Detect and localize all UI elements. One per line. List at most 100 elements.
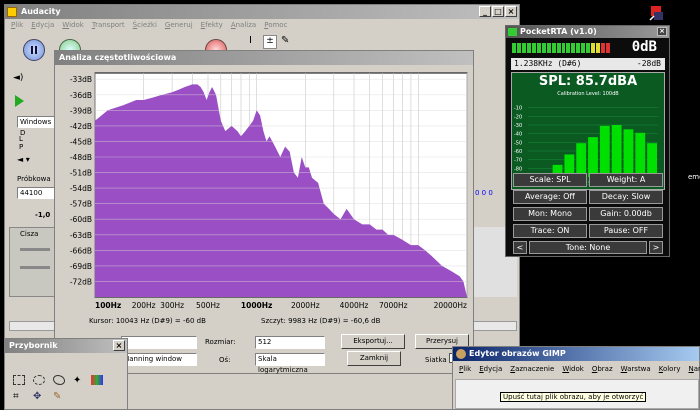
color-select-icon[interactable] [91, 375, 103, 385]
sample-rate-label: Próbkowa [17, 175, 51, 183]
aud-menu-item[interactable]: Widok [62, 19, 84, 31]
level-segment [591, 43, 596, 53]
envelope-tool-icon[interactable]: ± [263, 35, 277, 49]
gimp-menu-item[interactable]: Plik [459, 363, 471, 373]
lasso-icon[interactable] [53, 375, 65, 385]
gimp-titlebar[interactable]: Edytor obrazów GIMP [453, 347, 699, 361]
play-small-icon[interactable] [15, 95, 24, 107]
level-segment [516, 43, 521, 53]
spectrum-hz-label: 200Hz [132, 301, 156, 310]
export-button[interactable]: Eksportuj... [341, 334, 405, 349]
grid-label: Siatka [425, 356, 447, 364]
pocketrta-titlebar[interactable]: PocketRTA (v1.0) × [506, 26, 669, 38]
level-segment [521, 43, 526, 53]
spectrum-window: Analiza częstotliwościowa -33dB -36dB -39d… [54, 50, 474, 374]
wand-icon[interactable]: ✦ [73, 375, 81, 386]
gimp-app-icon [456, 349, 466, 359]
rta-y-label: -50 [514, 140, 522, 146]
close-button[interactable]: × [505, 6, 517, 17]
spectrum-db-label: -72dB [70, 277, 92, 286]
spectrum-db-label: -69dB [70, 262, 92, 271]
spectrum-title: Analiza częstotliwościowa [59, 53, 177, 62]
rta-band-bar [588, 137, 598, 177]
gimp-menu-item[interactable]: Obraz [592, 363, 613, 373]
rta-setting-button[interactable]: Mon: Mono [513, 207, 587, 221]
gimp-menu-item[interactable]: Narz [688, 363, 700, 373]
axis-select[interactable]: Skala logarytmiczna [255, 353, 325, 374]
desktop-shortcut-icon[interactable] [648, 4, 666, 22]
rta-setting-button[interactable]: Weight: A [589, 173, 663, 187]
gimp-menu-item[interactable]: Warstwa [621, 363, 651, 373]
audacity-app-icon [7, 7, 17, 17]
aud-menu-item[interactable]: Edycja [31, 19, 54, 31]
toolbox-title: Przybornik [9, 341, 58, 350]
rta-y-label: -60 [514, 149, 522, 155]
device-select[interactable]: Windows D [17, 116, 57, 137]
spectrum-db-label: -45dB [70, 137, 92, 146]
pause-button[interactable] [23, 39, 45, 61]
gimp-menu-item[interactable]: Widok [562, 363, 584, 373]
draw-tool-icon[interactable]: ✎ [281, 35, 293, 49]
volume-icon[interactable]: ◄ ▾ [17, 155, 30, 164]
rta-setting-button[interactable]: Scale: SPL [513, 173, 587, 187]
spectrum-db-label: -66dB [70, 246, 92, 255]
pocketrta-app-icon [508, 28, 517, 36]
spectrum-plot[interactable]: -33dB -36dB -39dB -42dB -45dB -48dB -51dB -54dB… [55, 65, 475, 315]
close-spectrum-button[interactable]: Zamknij [347, 351, 401, 366]
rta-setting-button[interactable]: Decay: Slow [589, 190, 663, 204]
maximize-button[interactable]: □ [492, 6, 504, 17]
rta-setting-button[interactable]: Gain: 0.00db [589, 207, 663, 221]
rta-band-bar [647, 143, 657, 177]
gimp-menu-item[interactable]: Zaznaczenie [510, 363, 554, 373]
left-channel-label: L [19, 135, 23, 143]
rect-select-icon[interactable] [13, 375, 25, 385]
spectrum-titlebar[interactable]: Analiza częstotliwościowa [55, 51, 473, 65]
aud-menu-item[interactable]: Efekty [201, 19, 223, 31]
audacity-titlebar[interactable]: Audacity _ □ × [5, 5, 519, 19]
sample-rate-field[interactable]: 44100 [17, 187, 57, 199]
window-select[interactable]: Hanning window [121, 353, 197, 366]
aud-menu-item[interactable]: Transport [92, 19, 125, 31]
level-meter [512, 43, 611, 53]
pocketrta-title: PocketRTA (v1.0) [520, 27, 597, 36]
toolbox-titlebar[interactable]: Przybornik × [5, 339, 127, 353]
rta-y-label: -70 [514, 158, 522, 164]
rta-setting-button[interactable]: Pause: OFF [589, 224, 663, 238]
level-segment [566, 43, 571, 53]
ellipse-select-icon[interactable] [33, 375, 45, 385]
desktop-icon-label: emo [688, 173, 700, 181]
toolbox-close-button[interactable]: × [113, 340, 125, 351]
aud-menu-item[interactable]: Plik [11, 19, 23, 31]
minimize-button[interactable]: _ [479, 6, 491, 17]
select-tool-icon[interactable]: I [249, 35, 261, 49]
aud-menu-item[interactable]: Ścieżki [133, 19, 157, 31]
gain-slider[interactable] [20, 248, 50, 251]
gimp-canvas[interactable]: Upuść tutaj plik obrazu, aby je otworzyć [455, 379, 699, 409]
spectrum-db-label: -48dB [70, 153, 92, 162]
pocketrta-window: PocketRTA (v1.0) × 0dB 1.238KHz (D#6) -2… [505, 25, 670, 257]
rta-setting-button[interactable]: Average: Off [513, 190, 587, 204]
track-panel: Cisza [9, 227, 57, 297]
tone-right-button[interactable]: > [649, 241, 663, 254]
size-select[interactable]: 512 [255, 336, 325, 349]
pan-slider[interactable] [20, 266, 50, 269]
rta-setting-button[interactable]: Trace: ON [513, 224, 587, 238]
gimp-menu-item[interactable]: Edycja [479, 363, 502, 373]
gimp-menu-item[interactable]: Kolory [659, 363, 681, 373]
level-segment [556, 43, 561, 53]
level-segment [536, 43, 541, 53]
algorithm-select[interactable] [121, 336, 197, 349]
rta-band-bar [635, 132, 646, 177]
level-segment [586, 43, 591, 53]
crop-icon[interactable]: ⌗ [13, 391, 19, 402]
pocketrta-close-button[interactable]: × [657, 27, 667, 36]
aud-menu-item[interactable]: Generuj [165, 19, 193, 31]
tone-left-button[interactable]: < [513, 241, 527, 254]
transform-icon[interactable]: ✥ [33, 391, 41, 402]
level-segment [526, 43, 531, 53]
paint-icon[interactable]: ✎ [53, 391, 61, 402]
track-name[interactable]: Cisza [20, 230, 38, 238]
aud-menu-item[interactable]: Pomoc [264, 19, 287, 31]
spectrum-hz-label: 500Hz [196, 301, 220, 310]
aud-menu-item[interactable]: Analiza [231, 19, 256, 31]
